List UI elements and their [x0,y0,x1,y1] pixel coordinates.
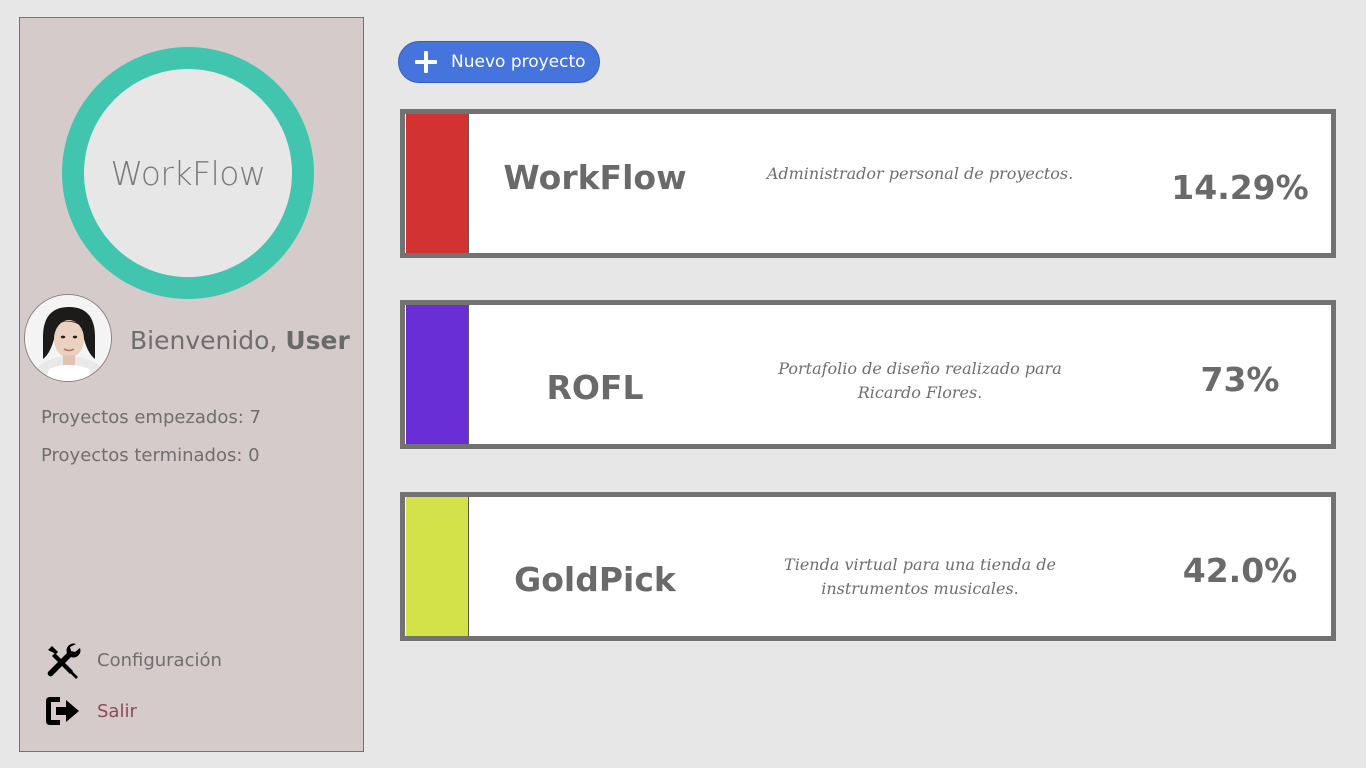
exit-label: Salir [97,700,137,722]
project-name: GoldPick [514,560,676,599]
stat-projects-started: Proyectos empezados: 7 [41,407,261,428]
project-name: ROFL [546,368,644,407]
project-progress: 73% [1200,360,1280,399]
project-color-swatch [406,497,469,636]
project-color-swatch [406,114,469,253]
welcome-message: Bienvenido, User [130,326,350,355]
config-menu-item[interactable]: Configuración [42,640,222,680]
tools-icon [47,643,81,679]
project-description: Administrador personal de proyectos. [766,164,1074,183]
project-color-swatch [406,305,469,444]
exit-menu-item[interactable]: Salir [42,691,137,731]
new-project-button[interactable]: Nuevo proyecto [398,41,600,83]
welcome-prefix: Bienvenido, [130,326,286,355]
user-name: User [285,326,350,355]
project-description: Tienda virtual para una tienda de instru… [784,555,1056,598]
new-project-label: Nuevo proyecto [451,52,586,72]
project-card[interactable]: GoldPick Tienda virtual para una tienda … [400,492,1336,641]
project-progress: 14.29% [1171,168,1309,207]
plus-icon [415,51,437,73]
project-progress: 42.0% [1182,551,1298,590]
project-card[interactable]: ROFL Portafolio de diseño realizado para… [400,300,1336,449]
project-card[interactable]: WorkFlow Administrador personal de proye… [400,109,1336,258]
project-name: WorkFlow [503,158,687,197]
app-logo-text: WorkFlow [110,153,266,193]
app-logo: WorkFlow [62,47,314,299]
exit-icon [46,697,79,725]
project-description: Portafolio de diseño realizado para Rica… [778,359,1062,402]
avatar [24,294,112,382]
sidebar: WorkFlow Bienvenido, User Proyectos empe… [19,17,364,752]
avatar-photo [25,295,111,381]
stat-projects-finished: Proyectos terminados: 0 [41,445,260,466]
config-label: Configuración [97,649,222,671]
